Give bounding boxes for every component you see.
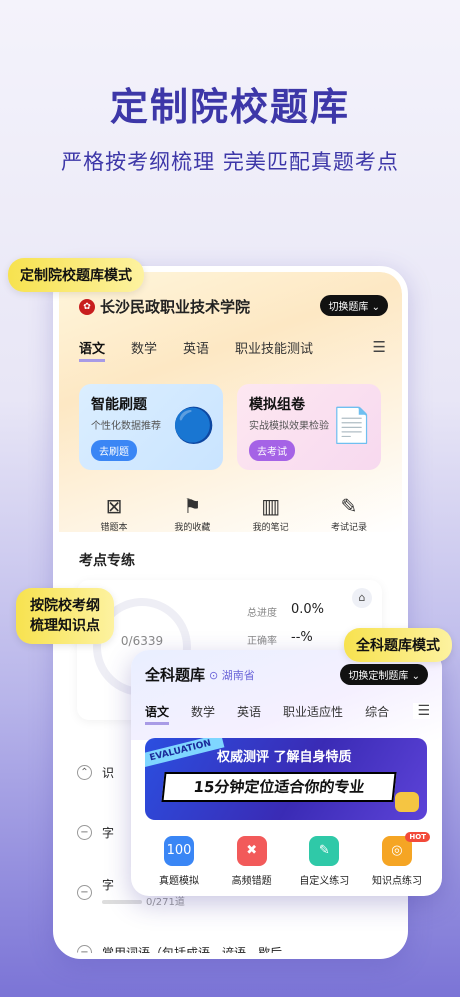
list-menu-icon[interactable]: ☰ [373, 338, 386, 356]
minus-icon[interactable]: − [77, 824, 92, 840]
minus-icon[interactable]: − [77, 884, 92, 900]
custom-practice-link[interactable]: ✎ 自定义练习 [290, 836, 358, 887]
school-title: ✿ 长沙民政职业技术学院 [79, 296, 250, 317]
smart-practice-card[interactable]: 智能刷题 个性化数据推荐 去刷题 🔵 [79, 384, 223, 470]
tab-chinese[interactable]: 语文 [79, 338, 106, 362]
calendar-icon: 100 [164, 836, 194, 866]
school-name: 长沙民政职业技术学院 [100, 298, 251, 316]
bookmark-icon: ⚑ [183, 494, 202, 518]
outline-callout: 按院校考纲 梳理知识点 [16, 588, 114, 644]
accuracy-label: 正确率 [247, 636, 277, 647]
exam-record-icon: ✎ [340, 494, 358, 518]
hot-badge: HOT [405, 832, 430, 842]
wrong-book-icon: ⊠ [105, 494, 123, 518]
tab-math[interactable]: 数学 [131, 338, 157, 362]
error-book-icon: ✖ [236, 836, 267, 866]
banner-slogan: 15分钟定位适合你的专业 [161, 772, 397, 802]
progress-count: 0/6339 [120, 634, 164, 648]
practice-grid: 100 真题模拟 ✖ 高频错题 ✎ 自定义练习 ◎ 知识点练习 [145, 836, 431, 887]
custom-mode-callout: 定制院校题库模式 [8, 258, 144, 292]
overlay-subject-tabs: 语文 数学 英语 职业适应性 综合 [145, 703, 389, 725]
notes-link[interactable]: ▥ 我的笔记 [236, 494, 306, 533]
location-label[interactable]: ⊙ 湖南省 [209, 667, 255, 683]
progress-value: 0.0% [291, 602, 325, 617]
go-practice-button[interactable]: 去刷题 [91, 440, 137, 461]
tab-english[interactable]: 英语 [183, 338, 209, 362]
tab-chinese[interactable]: 语文 [145, 703, 170, 725]
tab-math[interactable]: 数学 [191, 703, 215, 725]
collapse-icon[interactable]: ⌃ [77, 764, 92, 780]
go-exam-button[interactable]: 去考试 [249, 440, 295, 461]
all-mode-callout: 全科题库模式 [344, 628, 452, 662]
minus-icon[interactable]: − [77, 944, 92, 953]
paper-illustration-icon: 📄 [330, 406, 373, 446]
section-title: 考点专练 [79, 553, 135, 569]
all-subject-panel: 全科题库 ⊙ 湖南省 切换定制题库 ⌄ 语文 数学 英语 职业适应性 综合 ☰ … [131, 650, 442, 896]
wrong-book-link[interactable]: ⊠ 错题本 [79, 494, 149, 533]
switch-bank-button[interactable]: 切换题库 ⌄ [320, 295, 388, 316]
accuracy-value: --% [291, 630, 313, 645]
quick-links: ⊠ 错题本 ⚑ 我的收藏 ▥ 我的笔记 ✎ 考试记录 [79, 494, 384, 533]
exam-record-link[interactable]: ✎ 考试记录 [314, 494, 384, 533]
notebook-icon: ▥ [261, 494, 281, 518]
frequent-errors-link[interactable]: ✖ 高频错题 [218, 836, 286, 887]
evaluation-tag: EVALUATION [145, 738, 225, 769]
banner-headline: 权威测评 了解自身特质 [217, 750, 352, 765]
pin-board-icon: ✎ [309, 836, 340, 866]
evaluation-banner[interactable]: EVALUATION 权威测评 了解自身特质 15分钟定位适合你的专业 [145, 738, 427, 820]
tab-comprehensive[interactable]: 综合 [365, 703, 389, 725]
all-bank-title: 全科题库 [145, 666, 206, 684]
mock-exam-card[interactable]: 模拟组卷 实战模拟效果检验 去考试 📄 [237, 384, 381, 470]
sphere-illustration-icon: 🔵 [172, 406, 215, 446]
favorites-link[interactable]: ⚑ 我的收藏 [157, 494, 227, 533]
subject-tabs: 语文 数学 英语 职业技能测试 [79, 338, 313, 362]
knowledge-practice-link[interactable]: ◎ 知识点练习 [363, 836, 431, 887]
tab-adaptability[interactable]: 职业适应性 [283, 703, 343, 725]
pin-icon[interactable]: ⌂ [352, 588, 372, 608]
tab-skills[interactable]: 职业技能测试 [235, 338, 313, 362]
chat-bubble-icon [395, 792, 419, 812]
list-menu-icon[interactable]: ☰ [413, 703, 430, 719]
page-subheadline: 严格按考纲梳理 完美匹配真题考点 [61, 150, 399, 174]
tab-english[interactable]: 英语 [237, 703, 261, 725]
switch-custom-bank-button[interactable]: 切换定制题库 ⌄ [340, 664, 428, 685]
list-item[interactable]: − 常用词语（包括成语、谚语、歇后 [77, 922, 382, 953]
progress-label: 总进度 [247, 608, 277, 619]
school-logo-icon: ✿ [79, 298, 95, 315]
real-exam-link[interactable]: 100 真题模拟 [145, 836, 213, 887]
page-headline: 定制院校题库 [109, 85, 350, 129]
